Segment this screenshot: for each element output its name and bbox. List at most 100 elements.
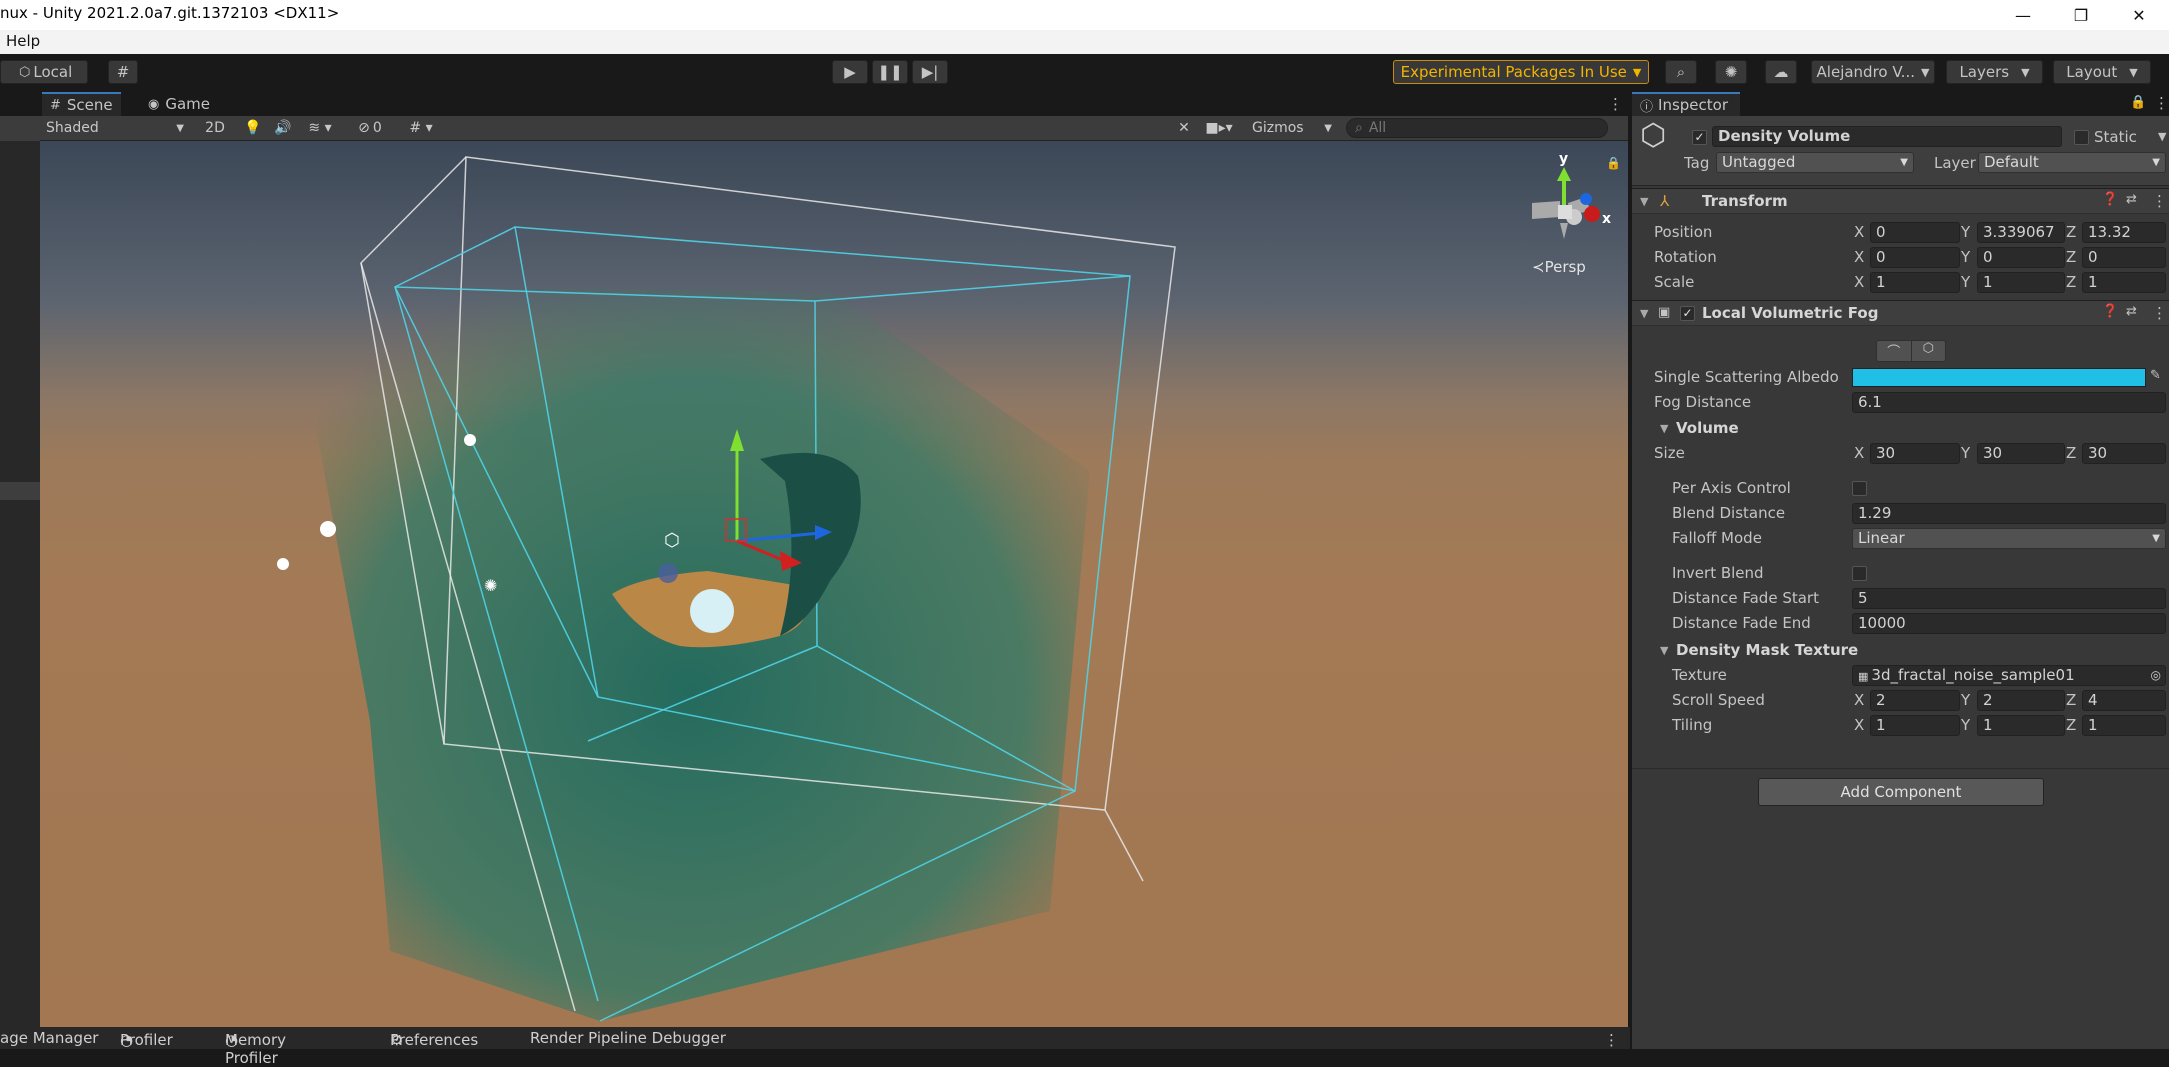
tiling-z-field[interactable]: 1 [2082, 715, 2166, 736]
tab-game-label: Game [165, 95, 210, 113]
blend-distance-field[interactable]: 1.29 [1852, 503, 2166, 524]
scroll-x-field[interactable]: 2 [1870, 690, 1960, 711]
albedo-color-field[interactable] [1852, 368, 2146, 387]
fog-distance-field[interactable]: 6.1 [1852, 392, 2166, 413]
menu-help[interactable]: Help [6, 32, 40, 50]
toggle-2d-button[interactable]: 2D [200, 118, 230, 138]
fade-end-field[interactable]: 10000 [1852, 613, 2166, 634]
size-z-field[interactable]: 30 [2082, 443, 2166, 464]
position-z-field[interactable]: 13.32 [2082, 222, 2166, 243]
scale-z-field[interactable]: 1 [2082, 272, 2166, 293]
tiling-y-field[interactable]: 1 [1977, 715, 2065, 736]
projection-toggle[interactable]: ≺Persp [1532, 258, 1586, 276]
tab-package-manager[interactable]: age Manager [0, 1029, 98, 1047]
collab-button[interactable]: ✺ [1715, 60, 1747, 84]
edit-bounds-button[interactable]: ⬡ [1912, 341, 1946, 361]
preferences-label: Preferences [390, 1031, 479, 1049]
tag-dropdown[interactable]: Untagged ▼ [1716, 152, 1914, 173]
experimental-packages-button[interactable]: Experimental Packages In Use ▼ [1393, 60, 1649, 84]
layers-dropdown[interactable]: Layers ▼ [1946, 60, 2043, 84]
help-icon[interactable]: ❓ [2102, 304, 2118, 319]
maximize-button[interactable]: ❐ [2052, 0, 2110, 30]
fade-start-field[interactable]: 5 [1852, 588, 2166, 609]
invert-blend-checkbox[interactable] [1852, 566, 1867, 581]
per-axis-checkbox[interactable] [1852, 481, 1867, 496]
position-y-field[interactable]: 3.339067 [1977, 222, 2065, 243]
active-checkbox[interactable]: ✓ [1692, 130, 1707, 145]
kebab-menu-icon[interactable]: ⋮ [2154, 94, 2169, 112]
add-component-button[interactable]: Add Component [1758, 778, 2044, 806]
hierarchy-selected-row[interactable] [0, 482, 40, 500]
layer-dropdown[interactable]: Default ▼ [1978, 152, 2166, 173]
layout-dropdown[interactable]: Layout ▼ [2053, 60, 2151, 84]
fog-enabled-checkbox[interactable]: ✓ [1680, 306, 1695, 321]
transform-header[interactable]: ▼ ⅄ Transform ❓ ⇄ ⋮ [1632, 188, 2169, 214]
search-icon: ⌕ [1355, 120, 1363, 136]
rotation-x-field[interactable]: 0 [1870, 247, 1960, 268]
object-picker-icon[interactable]: ◎ [2151, 666, 2161, 685]
position-x-field[interactable]: 0 [1870, 222, 1960, 243]
play-button[interactable]: ▶ [832, 60, 868, 84]
dropdown-arrow-icon: ▼ [2129, 65, 2138, 79]
scene-search-placeholder: All [1368, 120, 1387, 136]
texture-object-field[interactable]: ▦ 3d_fractal_noise_sample01 ◎ [1852, 665, 2166, 686]
cloud-button[interactable]: ☁ [1765, 60, 1797, 84]
kebab-menu-icon[interactable]: ⋮ [2152, 192, 2167, 210]
pivot-local-toggle[interactable]: ⬡ Local [0, 60, 88, 84]
scene-render[interactable]: ✺ ⬡ y x 🔒 [40, 141, 1628, 1027]
scroll-y-field[interactable]: 2 [1977, 690, 2065, 711]
shading-mode-dropdown[interactable]: Shaded ▼ [42, 118, 188, 138]
hidden-objects-toggle[interactable]: ⊘ 0 [350, 118, 390, 138]
rotation-label: Rotation [1654, 248, 1717, 266]
tab-render-pipeline-debugger[interactable]: Render Pipeline Debugger [530, 1029, 726, 1047]
tab-inspector[interactable]: ⓘ Inspector [1632, 92, 1740, 116]
preset-icon[interactable]: ⇄ [2126, 192, 2137, 207]
account-dropdown[interactable]: Alejandro V... ▼ [1811, 60, 1935, 84]
lock-icon[interactable]: 🔒 [2130, 95, 2146, 110]
grid-snap-button[interactable]: # [108, 60, 138, 84]
fade-start-label: Distance Fade Start [1672, 589, 1819, 607]
eyedropper-icon[interactable]: ✎ [2150, 368, 2161, 383]
rotation-z-field[interactable]: 0 [2082, 247, 2166, 268]
size-label: Size [1654, 444, 1685, 462]
tiling-x-field[interactable]: 1 [1870, 715, 1960, 736]
help-icon[interactable]: ❓ [2102, 192, 2118, 207]
tab-game[interactable]: ◉ Game [140, 92, 218, 116]
scene-viewport[interactable]: ✺ ⬡ y x 🔒 ≺Persp [40, 141, 1628, 1027]
tab-scene[interactable]: # Scene [42, 92, 121, 116]
close-button[interactable]: ✕ [2110, 0, 2168, 30]
scroll-z-field[interactable]: 4 [2082, 690, 2166, 711]
inspector-tab-bar: ⓘ Inspector 🔒 ⋮ [1632, 92, 2169, 116]
static-dropdown-arrow[interactable]: ▼ [2158, 130, 2166, 143]
scale-x-field[interactable]: 1 [1870, 272, 1960, 293]
size-x-field[interactable]: 30 [1870, 443, 1960, 464]
camera-dropdown[interactable]: ■▸▾ [1202, 118, 1236, 138]
pause-button[interactable]: ❚❚ [872, 60, 908, 84]
scene-lock-icon[interactable]: 🔒 [1606, 156, 1621, 170]
fog-volume [290, 286, 1090, 1021]
static-checkbox[interactable] [2074, 130, 2089, 145]
size-y-field[interactable]: 30 [1977, 443, 2065, 464]
density-mask-foldout[interactable]: ▼ Density Mask Texture [1632, 638, 2169, 662]
minimize-button[interactable]: — [1994, 0, 2052, 30]
step-button[interactable]: ▶| [912, 60, 948, 84]
grid-dropdown[interactable]: # ▾ [396, 118, 446, 138]
lighting-toggle[interactable]: 💡 [240, 118, 266, 138]
scene-search-input[interactable]: ⌕ All [1346, 118, 1608, 138]
falloff-dropdown[interactable]: Linear ▼ [1852, 528, 2166, 549]
volume-foldout[interactable]: ▼ Volume [1632, 416, 2169, 440]
scale-y-field[interactable]: 1 [1977, 272, 2065, 293]
tools-button[interactable]: ✕ [1172, 118, 1196, 138]
audio-toggle[interactable]: 🔊 [270, 118, 296, 138]
rotation-y-field[interactable]: 0 [1977, 247, 2065, 268]
scene-tab-menu-button[interactable]: ⋮ [1600, 92, 1631, 116]
kebab-menu-icon[interactable]: ⋮ [2152, 304, 2167, 322]
object-name-field[interactable]: Density Volume [1712, 126, 2062, 147]
search-button[interactable]: ⌕ [1665, 60, 1697, 84]
orientation-gizmo[interactable] [1532, 167, 1600, 239]
preset-icon[interactable]: ⇄ [2126, 304, 2137, 319]
gizmos-dropdown[interactable]: Gizmos ▼ [1248, 118, 1336, 138]
edit-shape-button[interactable]: ⌒ [1877, 341, 1912, 361]
effects-dropdown[interactable]: ≋ ▾ [300, 118, 340, 138]
fog-component-header[interactable]: ▼ ▣ ✓ Local Volumetric Fog ❓ ⇄ ⋮ [1632, 300, 2169, 326]
